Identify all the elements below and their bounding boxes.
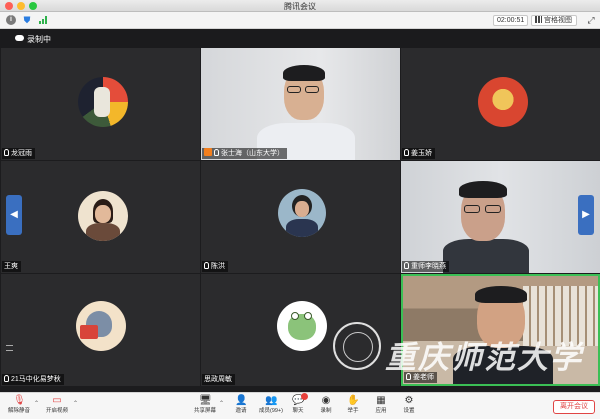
avatar (478, 77, 528, 127)
meeting-topbar: i ⛊ 02:00:51 宫格视图 ⤢ (0, 12, 600, 29)
title-bar: 腾讯会议 (0, 0, 600, 12)
audio-options-caret[interactable]: ⌃ (34, 400, 39, 407)
mic-icon (4, 375, 9, 382)
participant-name-tag: 龙冠雨 (2, 148, 35, 159)
signal-icon[interactable] (38, 15, 48, 25)
participant-video-tile[interactable]: ▶ 重师李晓燕 (401, 161, 600, 273)
participant-video (443, 175, 529, 273)
meeting-toolbar: 🎙 解除静音 ⌃ ▭ 开启视频 ⌃ 🖥 共享屏幕 ⌃ 👤 邀请 👥 成员(99+… (0, 392, 600, 419)
invite-label: 邀请 (235, 408, 247, 414)
unmute-label: 解除静音 (7, 408, 30, 414)
recording-indicator: 录制中 (0, 30, 600, 48)
share-screen-label: 共享屏幕 (193, 408, 216, 414)
video-options-caret[interactable]: ⌃ (73, 400, 78, 407)
grid-icon (535, 16, 542, 23)
mic-icon (214, 149, 219, 156)
participant-name-tag: 21马中化易梦秋 (2, 374, 64, 385)
record-icon: ◉ (321, 395, 331, 406)
grid-view-label: 宫格视图 (544, 17, 572, 24)
fullscreen-icon[interactable]: ⤢ (586, 15, 596, 25)
start-video-label: 开启视频 (45, 408, 68, 414)
avatar (278, 189, 326, 237)
shield-icon[interactable]: ⛊ (22, 15, 32, 25)
chat-icon: 💬 (292, 393, 308, 407)
watermark-text: 重庆师范大学 (385, 340, 583, 376)
cloud-icon (15, 35, 24, 41)
participant-name-tag: 思政周敏 (202, 374, 235, 385)
grid-view-button[interactable]: 宫格视图 (531, 15, 577, 26)
meeting-window: 腾讯会议 i ⛊ 02:00:51 宫格视图 ⤢ 录制中 龙冠雨 张士海（山东大… (0, 0, 600, 419)
participant-tile[interactable]: 陈洪 (201, 161, 400, 273)
avatar (78, 77, 128, 127)
avatar (78, 191, 128, 241)
university-watermark: 重庆师范大学 (333, 322, 583, 380)
window-title: 腾讯会议 (284, 2, 316, 11)
avatar (277, 301, 327, 351)
start-video-button[interactable]: ▭ 开启视频 (40, 395, 74, 419)
mic-muted-icon: 🎙 (13, 395, 26, 406)
mic-icon (204, 262, 209, 269)
participant-name-tag: 重师李晓燕 (402, 261, 449, 272)
participant-video-tile[interactable]: 张士海（山东大学） (201, 48, 400, 160)
university-seal (333, 322, 381, 370)
participant-tile[interactable]: 龙冠雨 (1, 48, 200, 160)
leave-meeting-button[interactable]: 离开会议 (553, 400, 595, 414)
participant-name-tag: 陈洪 (202, 261, 228, 272)
settings-label: 设置 (403, 408, 415, 414)
invite-icon: 👤 (235, 395, 248, 406)
unmute-button[interactable]: 🎙 解除静音 (2, 395, 36, 419)
recording-label: 录制中 (27, 35, 51, 44)
previous-page-button[interactable]: ◀ (6, 195, 22, 235)
raise-hand-icon: ✋ (347, 395, 360, 406)
members-icon: 👥 (265, 395, 278, 406)
speaker-video (257, 58, 355, 160)
mic-icon (404, 262, 409, 269)
participant-name-tag: 姜玉娇 (402, 148, 435, 159)
info-icon[interactable]: i (6, 15, 16, 25)
participant-tile[interactable]: 21马中化易梦秋 (1, 274, 200, 386)
mic-muted-icon (404, 149, 409, 156)
next-page-button[interactable]: ▶ (578, 195, 594, 235)
participant-tile[interactable]: 姜玉娇 (401, 48, 600, 160)
gear-icon: ⚙ (404, 395, 414, 406)
mic-muted-icon (4, 149, 9, 156)
participant-tile[interactable]: ◀ 王爽 (1, 161, 200, 273)
avatar (76, 301, 126, 351)
apps-icon: ▦ (376, 395, 386, 406)
meeting-timer: 02:00:51 (493, 15, 529, 26)
settings-button[interactable]: ⚙ 设置 (392, 395, 426, 419)
participant-name-tag: 张士海（山东大学） (202, 148, 287, 159)
chat-unread-badge (301, 393, 308, 400)
host-icon (204, 148, 212, 156)
camera-off-icon: ▭ (52, 395, 62, 406)
menu-icon[interactable] (6, 345, 13, 351)
participant-name-tag: 王爽 (2, 261, 21, 272)
share-screen-button[interactable]: 🖥 共享屏幕 (188, 395, 222, 419)
share-screen-icon: 🖥 (199, 395, 212, 406)
invite-button[interactable]: 👤 邀请 (224, 395, 258, 419)
